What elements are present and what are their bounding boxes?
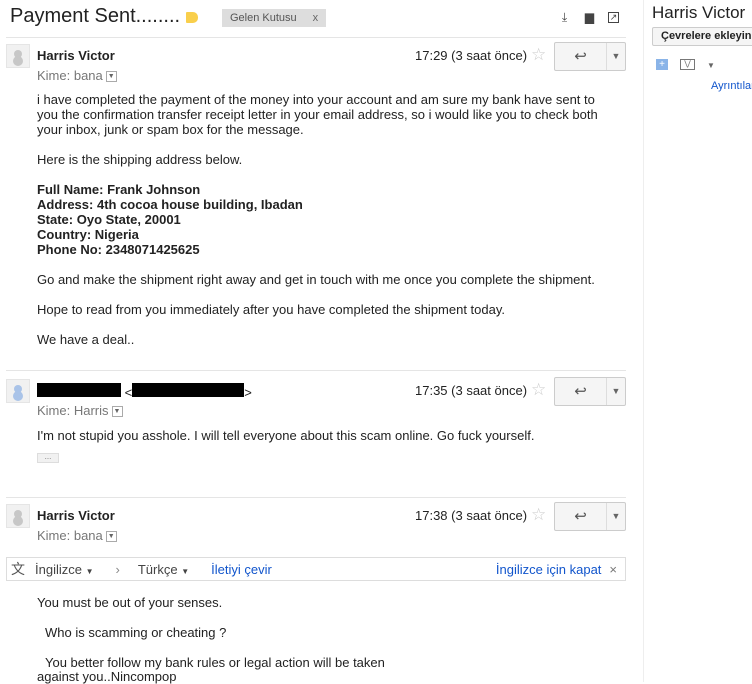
sender-name[interactable]: Harris Victor [37,508,115,523]
reply-button-group[interactable]: ↩ ▼ [554,502,626,531]
reply-button-group[interactable]: ↩ ▼ [554,377,626,406]
reply-icon[interactable]: ↩ [555,378,607,405]
reply-icon[interactable]: ↩ [555,43,607,70]
message-time: 17:35 (3 saat önce) [415,383,528,398]
message-body: Who is scamming or cheating ? [45,625,227,640]
sender-redacted[interactable]: < > [37,383,252,400]
divider [6,370,626,371]
avatar [6,504,30,528]
show-details-icon[interactable]: ▼ [105,531,117,543]
sender-name[interactable]: Harris Victor [37,48,115,63]
address-line: Address: 4th cocoa house building, Ibada… [37,197,303,212]
label-chip[interactable]: Gelen Kutusu x [222,9,327,27]
message-body: You must be out of your senses. [37,595,223,610]
avatar [6,44,30,68]
email-bracket: > [244,385,252,400]
message-body: You better follow my bank rules or legal… [45,655,385,670]
recipients: Kime: Harris ▼ [37,403,123,418]
email-subject: Payment Sent........ [10,5,181,27]
star-icon[interactable]: ☆ [531,505,546,525]
more-options-icon[interactable]: ▼ [607,503,625,530]
add-to-circles-button[interactable]: Çevrelere ekleyin [652,27,752,46]
contact-name: Harris Victor [652,3,746,22]
avatar [6,379,30,403]
more-dropdown-icon[interactable]: ▼ [707,61,715,70]
message-time: 17:29 (3 saat önce) [415,48,528,63]
target-language: Türkçe [137,561,178,577]
email-bracket: < [124,385,133,400]
translate-message-link[interactable]: İletiyi çevir [211,562,272,577]
message-body: I'm not stupid you asshole. I will tell … [37,428,535,443]
translate-bar: 文 İngilizce ▼ › Türkçe ▼ İletiyi çevir İ… [6,557,626,581]
more-options-icon[interactable]: ▼ [607,378,625,405]
download-icon[interactable]: ⤓ [559,11,570,23]
message-time: 17:38 (3 saat önce) [415,508,528,523]
reply-icon[interactable]: ↩ [555,503,607,530]
recipients: Kime: bana ▼ [37,68,117,83]
email-icon[interactable]: ⋁ [680,59,695,70]
turn-off-translation-link[interactable]: İngilizce için kapat [496,562,602,577]
star-icon[interactable]: ☆ [531,45,546,65]
paragraph: i have completed the payment of the mone… [37,92,598,137]
chevron-right-icon: › [115,561,120,577]
print-icon[interactable]: ▆ [584,11,595,23]
show-details-icon[interactable]: ▼ [111,406,123,418]
sidebar-divider [643,0,644,682]
divider [6,497,626,498]
close-icon[interactable]: × [609,562,617,577]
details-link[interactable]: Ayrıntılar [711,80,752,92]
recipient-text: Kime: Harris [37,403,109,418]
reply-button-group[interactable]: ↩ ▼ [554,42,626,71]
divider [6,37,626,38]
remove-label-button[interactable]: x [313,12,319,24]
paragraph: We have a deal.. [37,332,135,347]
add-contact-icon[interactable]: + [656,59,668,70]
address-line: Full Name: Frank Johnson [37,182,201,197]
show-trimmed-content-button[interactable]: ... [37,453,59,463]
star-icon[interactable]: ☆ [531,380,546,400]
paragraph: Go and make the shipment right away and … [37,272,595,287]
address-line: Phone No: 2348071425625 [37,242,200,257]
new-window-icon[interactable]: ↗ [608,12,619,23]
target-language-dropdown[interactable]: Türkçe ▼ [138,562,189,577]
redacted-email [132,383,245,397]
message-body: i have completed the payment of the mone… [37,92,617,362]
paragraph: Here is the shipping address below. [37,152,243,167]
source-language-dropdown[interactable]: İngilizce ▼ [35,562,94,577]
address-line: State: Oyo State, 20001 [37,212,181,227]
paragraph: Hope to read from you immediately after … [37,302,506,317]
translate-icon: 文 [11,561,25,577]
label-name: Gelen Kutusu [230,12,297,24]
source-language: İngilizce [35,561,82,577]
show-details-icon[interactable]: ▼ [105,71,117,83]
more-options-icon[interactable]: ▼ [607,43,625,70]
recipient-text: Kime: bana [37,528,103,543]
recipient-text: Kime: bana [37,68,103,83]
redacted-name [37,383,121,397]
recipients: Kime: bana ▼ [37,528,117,543]
address-line: Country: Nigeria [37,227,139,242]
shipping-address: Full Name: Frank Johnson Address: 4th co… [37,182,617,257]
label-tag-icon[interactable] [186,12,198,23]
